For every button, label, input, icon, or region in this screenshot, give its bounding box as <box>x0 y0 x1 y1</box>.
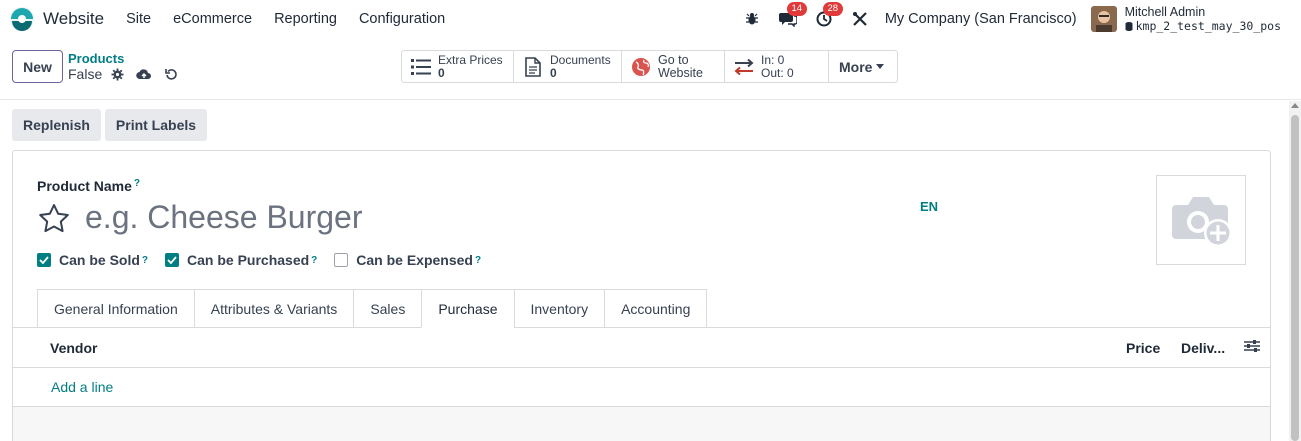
record-name: False <box>68 66 103 82</box>
caret-down-icon <box>876 64 885 69</box>
website-label-line1: Go to <box>658 52 689 67</box>
extra-prices-button[interactable]: Extra Prices 0 <box>402 51 514 82</box>
database-name: kmp_2_test_may_30_pos <box>1125 19 1281 33</box>
star-icon[interactable] <box>37 201 71 235</box>
documents-value: 0 <box>550 65 557 80</box>
website-app-icon <box>9 6 35 32</box>
smart-buttons: Extra Prices 0 Documents 0 Go to Website… <box>401 50 898 83</box>
checkbox-checked-icon <box>165 253 180 267</box>
new-button[interactable]: New <box>12 50 63 83</box>
user-menu[interactable]: Mitchell Admin kmp_2_test_may_30_pos <box>1125 5 1281 33</box>
menu-reporting[interactable]: Reporting <box>274 11 337 27</box>
form-actions: Replenish Print Labels <box>12 109 211 141</box>
help-tooltip-icon[interactable]: ? <box>475 255 481 266</box>
documents-label: Documents <box>550 52 611 67</box>
top-navbar: Website Site eCommerce Reporting Configu… <box>0 0 1301 38</box>
product-name-input[interactable] <box>85 199 845 236</box>
tab-general-information[interactable]: General Information <box>37 289 194 328</box>
can-be-purchased-checkbox[interactable]: Can be Purchased? <box>165 252 317 268</box>
camera-add-icon <box>1172 197 1232 247</box>
column-delivery[interactable]: Deliv... <box>1181 340 1225 356</box>
globe-icon <box>630 56 652 78</box>
can-be-expensed-label: Can be Expensed <box>356 252 473 268</box>
activity-clock-icon[interactable]: 28 <box>813 2 843 30</box>
bug-icon[interactable] <box>741 8 763 30</box>
tab-purchase[interactable]: Purchase <box>421 289 514 328</box>
website-label-line2: Website <box>658 65 703 80</box>
help-tooltip-icon[interactable]: ? <box>134 178 140 189</box>
add-a-line-link[interactable]: Add a line <box>51 379 113 395</box>
app-brand[interactable]: Website <box>9 6 104 32</box>
checkbox-unchecked-icon <box>334 253 349 267</box>
vertical-scrollbar[interactable] <box>1289 101 1301 441</box>
tab-sales[interactable]: Sales <box>353 289 422 328</box>
activities-badge: 28 <box>822 2 843 16</box>
optional-columns-icon[interactable] <box>1244 339 1260 355</box>
replenish-button[interactable]: Replenish <box>12 109 101 141</box>
menu-configuration[interactable]: Configuration <box>359 11 445 27</box>
extra-prices-label: Extra Prices <box>438 52 503 67</box>
record-title: False <box>68 66 179 82</box>
tab-attributes-variants[interactable]: Attributes & Variants <box>193 289 354 328</box>
more-dropdown-button[interactable]: More <box>829 51 897 82</box>
form-sheet: Product Name? EN Can be Sold? <box>12 150 1271 441</box>
column-price[interactable]: Price <box>1126 340 1160 356</box>
menu-ecommerce[interactable]: eCommerce <box>173 11 252 27</box>
user-name: Mitchell Admin <box>1124 5 1206 19</box>
in-out-moves-button[interactable]: In: 0 Out: 0 <box>725 51 829 82</box>
vendor-list-body: Add a line <box>13 369 1270 407</box>
in-count: In: 0 <box>761 52 785 67</box>
user-avatar[interactable] <box>1090 6 1117 32</box>
tab-inventory[interactable]: Inventory <box>513 289 605 328</box>
help-tooltip-icon[interactable]: ? <box>311 255 317 266</box>
discard-icon[interactable] <box>163 66 179 82</box>
breadcrumb-products[interactable]: Products <box>68 51 124 66</box>
out-count: Out: 0 <box>761 65 794 80</box>
more-label: More <box>839 58 873 75</box>
scroll-up-arrow-icon[interactable] <box>1291 103 1299 108</box>
notebook-tabs: General Information Attributes & Variant… <box>37 289 708 328</box>
gear-icon[interactable] <box>109 66 125 82</box>
print-labels-button[interactable]: Print Labels <box>104 109 208 141</box>
list-icon <box>410 56 432 78</box>
database-icon <box>1125 21 1133 31</box>
product-flags: Can be Sold? Can be Purchased? Can be Ex… <box>37 252 498 268</box>
vendor-list-header: Vendor Price Deliv... <box>13 328 1270 368</box>
help-tooltip-icon[interactable]: ? <box>142 255 148 266</box>
main-menu: Site eCommerce Reporting Configuration <box>126 11 467 27</box>
menu-site[interactable]: Site <box>126 11 151 27</box>
can-be-sold-checkbox[interactable]: Can be Sold? <box>37 252 148 268</box>
list-empty-area <box>13 407 1270 441</box>
tools-icon[interactable] <box>849 8 871 30</box>
messages-icon[interactable]: 14 <box>777 2 807 30</box>
app-name: Website <box>43 9 105 28</box>
go-to-website-button[interactable]: Go to Website <box>622 51 725 82</box>
extra-prices-value: 0 <box>438 65 445 80</box>
column-vendor[interactable]: Vendor <box>50 340 97 356</box>
product-name-label: Product Name? <box>37 178 140 194</box>
tab-accounting[interactable]: Accounting <box>604 289 708 328</box>
control-panel: New Products False Extra Prices 0 Docume… <box>0 38 1301 100</box>
scroll-thumb[interactable] <box>1291 115 1299 441</box>
product-name-label-text: Product Name <box>37 178 132 194</box>
can-be-purchased-label: Can be Purchased <box>187 252 310 268</box>
cloud-upload-icon[interactable] <box>136 66 152 82</box>
messages-badge: 14 <box>786 2 807 16</box>
language-selector[interactable]: EN <box>920 199 938 214</box>
can-be-sold-label: Can be Sold <box>59 252 140 268</box>
documents-button[interactable]: Documents 0 <box>514 51 622 82</box>
systray: 14 28 My Company (San Francisco) Mitchel… <box>727 0 1281 38</box>
exchange-icon <box>733 56 755 78</box>
database-name-text: kmp_2_test_may_30_pos <box>1135 19 1281 33</box>
company-switcher[interactable]: My Company (San Francisco) <box>885 11 1077 27</box>
document-icon <box>522 56 544 78</box>
checkbox-checked-icon <box>37 253 51 267</box>
product-image-upload[interactable] <box>1156 175 1246 265</box>
can-be-expensed-checkbox[interactable]: Can be Expensed? <box>334 252 481 268</box>
product-name-row <box>37 199 845 236</box>
